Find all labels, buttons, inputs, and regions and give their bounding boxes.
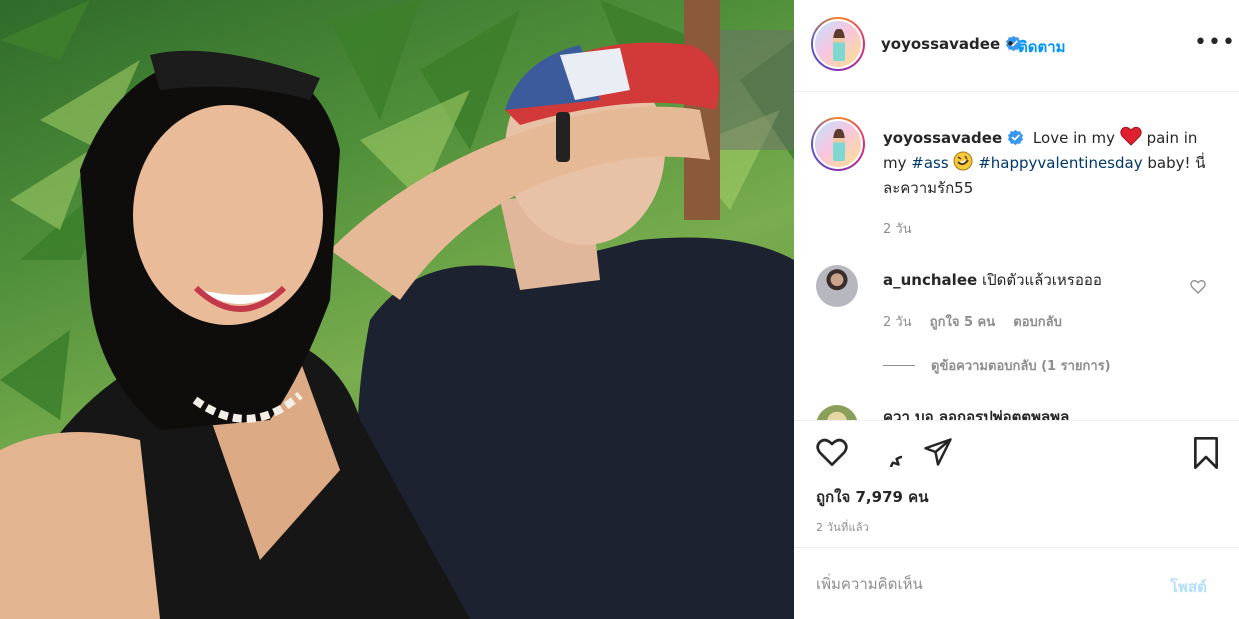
replies-divider <box>883 365 915 366</box>
hashtag-link-2[interactable]: #happyvalentinesday <box>978 154 1142 172</box>
header-separator: • <box>1006 35 1015 53</box>
commenter-username[interactable]: a_unchalee <box>883 271 977 289</box>
caption-text-1: Love in my <box>1032 129 1115 147</box>
rolling-laughing-emoji-icon <box>953 151 973 171</box>
post-actions: ถูกใจ 7,979 คน 2 วันที่แล้ว <box>794 420 1239 547</box>
comment-reply-button[interactable]: ตอบกลับ <box>1013 315 1062 330</box>
post-likes-count[interactable]: ถูกใจ 7,979 คน <box>816 485 928 509</box>
caption-author-avatar[interactable] <box>811 117 865 171</box>
author-avatar[interactable] <box>811 17 865 71</box>
comment-bubble-icon[interactable] <box>870 437 902 467</box>
post-side-panel: yoyossavadee • ติดตาม ••• yoyossavadee L… <box>794 0 1239 619</box>
post-photo-illustration <box>0 0 794 619</box>
comment-item: a_unchalee เปิดตัวแล้วเหรอออ <box>883 268 1102 292</box>
view-replies-label: ดูข้อความตอบกลับ (1 รายการ) <box>931 359 1111 374</box>
comment-likes-count[interactable]: ถูกใจ 5 คน <box>930 315 995 330</box>
commenter-avatar[interactable] <box>816 265 858 307</box>
caption-verified-badge-icon <box>1007 129 1024 146</box>
comment-timestamp[interactable]: 2 วัน <box>883 315 912 330</box>
post-caption: yoyossavadee Love in my pain in my #ass … <box>883 126 1218 201</box>
author-username[interactable]: yoyossavadee <box>881 35 1000 53</box>
post-photo[interactable] <box>0 0 794 619</box>
post-comment-button[interactable]: โพสต์ <box>1170 575 1207 599</box>
comment-text: เปิดตัวแล้วเหรอออ <box>981 271 1102 289</box>
comment-meta: 2 วัน ถูกใจ 5 คน ตอบกลับ <box>883 311 1062 332</box>
comment-item-2-text: ควา บอ ลอกอรูปพ่อตตพลพล <box>883 408 1070 420</box>
more-options-icon[interactable]: ••• <box>1194 30 1236 55</box>
author-username-row: yoyossavadee <box>881 35 1022 53</box>
hashtag-link-1[interactable]: #ass <box>911 154 948 172</box>
comment-like-icon[interactable] <box>1190 279 1206 295</box>
share-paper-plane-icon[interactable] <box>922 437 954 467</box>
comments-section[interactable]: yoyossavadee Love in my pain in my #ass … <box>794 93 1239 420</box>
caption-username[interactable]: yoyossavadee <box>883 129 1002 147</box>
author-avatar-image <box>813 19 863 69</box>
post-header: yoyossavadee • ติดตาม ••• <box>794 0 1239 92</box>
post-timestamp[interactable]: 2 วันที่แล้ว <box>816 518 869 536</box>
red-heart-emoji-icon <box>1120 126 1142 146</box>
commenter-avatar-2[interactable] <box>816 405 858 420</box>
add-comment-input[interactable] <box>816 570 1146 598</box>
caption-timestamp[interactable]: 2 วัน <box>883 218 912 239</box>
add-comment-bar: โพสต์ <box>794 547 1239 619</box>
follow-button[interactable]: ติดตาม <box>1018 35 1066 59</box>
like-heart-icon[interactable] <box>816 437 848 467</box>
view-replies-button[interactable]: ดูข้อความตอบกลับ (1 รายการ) <box>883 355 1111 376</box>
caption-author-avatar-image <box>813 119 863 169</box>
save-bookmark-icon[interactable] <box>1192 437 1220 469</box>
